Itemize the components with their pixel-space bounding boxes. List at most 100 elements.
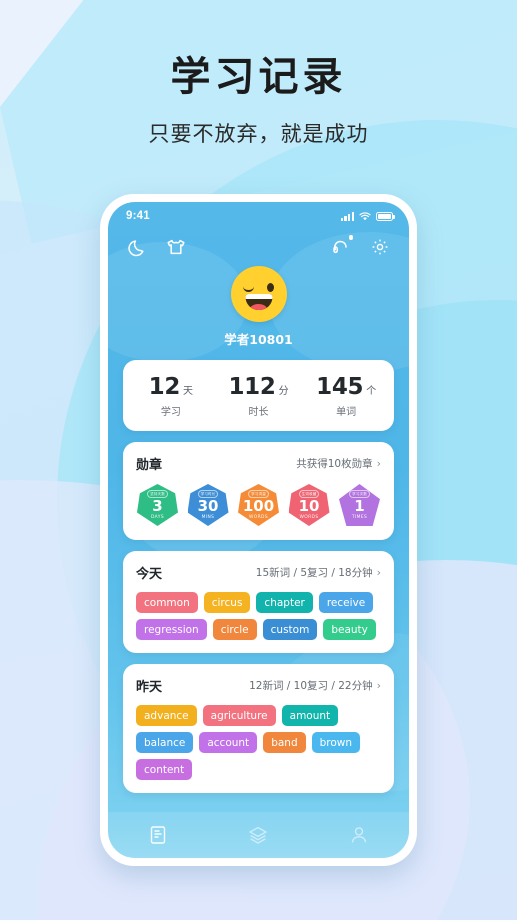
avatar-mouth bbox=[245, 294, 272, 310]
medal-unit: WORDS bbox=[299, 514, 319, 520]
medal-caption: 学习时长 bbox=[197, 490, 219, 499]
medals-list: 坚持天数 3 DAYS 学习时长 30 MINS 学习词量 100 WORDS bbox=[123, 473, 394, 540]
headset-icon[interactable] bbox=[330, 235, 353, 258]
medal-caption: 学习次数 bbox=[349, 490, 370, 499]
medal-number: 3 bbox=[152, 497, 163, 516]
chevron-right-icon: › bbox=[376, 457, 381, 470]
medals-link[interactable]: 共获得10枚勋章 › bbox=[296, 456, 381, 471]
page-header: 学习记录 只要不放弃，就是成功 bbox=[0, 44, 517, 148]
section-card-today: 今天 15新词 / 5复习 / 18分钟 › common circus cha… bbox=[123, 551, 394, 654]
medal-number: 10 bbox=[298, 497, 320, 516]
stat-study-days: 12 天 学习 bbox=[127, 374, 215, 418]
gear-icon[interactable] bbox=[369, 236, 391, 258]
medal-caption: 生词收藏 bbox=[298, 490, 320, 499]
medals-header: 勋章 共获得10枚勋章 › bbox=[123, 442, 394, 473]
stat-value: 145 bbox=[316, 374, 364, 400]
medal-number: 1 bbox=[354, 497, 365, 516]
stat-unit: 个 bbox=[366, 386, 377, 397]
word-tag[interactable]: agriculture bbox=[202, 705, 276, 727]
stat-label: 单词 bbox=[336, 407, 357, 418]
stats-card: 12 天 学习 112 分 时长 145 个 单词 bbox=[123, 360, 394, 431]
word-tag[interactable]: chapter bbox=[256, 592, 313, 614]
medal-number: 30 bbox=[197, 497, 219, 516]
word-tag[interactable]: beauty bbox=[323, 619, 376, 641]
phone-screen: 9:41 学者10801 12 天 学习 112 分 时长 145 个 单词 勋… bbox=[108, 202, 409, 858]
word-tag[interactable]: receive bbox=[318, 592, 374, 614]
yesterday-link[interactable]: 12新词 / 10复习 / 22分钟 › bbox=[249, 678, 381, 693]
yesterday-meta-text: 12新词 / 10复习 / 22分钟 bbox=[249, 680, 373, 693]
app-toolbar bbox=[108, 226, 409, 258]
tab-library[interactable] bbox=[246, 823, 270, 847]
word-tag[interactable]: account bbox=[199, 732, 258, 754]
avatar-open-eye bbox=[266, 283, 274, 292]
stat-unit: 天 bbox=[183, 386, 194, 397]
stats-row: 12 天 学习 112 分 时长 145 个 单词 bbox=[123, 360, 394, 431]
toolbar-right-group bbox=[330, 235, 391, 258]
yesterday-word-list: advance agriculture amount balance accou… bbox=[123, 695, 394, 793]
stat-label: 学习 bbox=[160, 407, 181, 418]
medal-item[interactable]: 坚持天数 3 DAYS bbox=[137, 484, 178, 526]
word-tag[interactable]: band bbox=[263, 732, 306, 754]
today-meta-text: 15新词 / 5复习 / 18分钟 bbox=[255, 567, 373, 579]
today-title: 今天 bbox=[136, 567, 163, 582]
tshirt-icon[interactable] bbox=[165, 236, 187, 258]
today-header: 今天 15新词 / 5复习 / 18分钟 › bbox=[123, 551, 394, 582]
notification-dot bbox=[348, 235, 353, 240]
word-tag[interactable]: amount bbox=[281, 705, 339, 727]
bottom-tab-bar bbox=[108, 812, 409, 858]
status-time: 9:41 bbox=[126, 210, 150, 222]
moon-icon[interactable] bbox=[126, 236, 148, 258]
avatar-wink-eye bbox=[242, 286, 254, 292]
stat-value: 12 bbox=[148, 374, 181, 400]
today-word-list: common circus chapter receive regression… bbox=[123, 582, 394, 653]
medal-item[interactable]: 学习词量 100 WORDS bbox=[238, 484, 279, 526]
medal-unit: TIMES bbox=[351, 514, 368, 520]
section-card-yesterday: 昨天 12新词 / 10复习 / 22分钟 › advance agricult… bbox=[123, 664, 394, 794]
word-tag[interactable]: circle bbox=[212, 619, 257, 641]
word-tag[interactable]: brown bbox=[311, 732, 361, 754]
chevron-right-icon: › bbox=[376, 566, 381, 579]
medals-card: 勋章 共获得10枚勋章 › 坚持天数 3 DAYS 学习时长 30 MINS 学… bbox=[123, 442, 394, 540]
word-tag[interactable]: regression bbox=[136, 619, 207, 641]
medal-item[interactable]: 生词收藏 10 WORDS bbox=[288, 484, 330, 526]
signal-bars-icon bbox=[340, 211, 354, 221]
toolbar-left-group bbox=[126, 236, 187, 258]
yesterday-title: 昨天 bbox=[136, 680, 163, 696]
today-link[interactable]: 15新词 / 5复习 / 18分钟 › bbox=[256, 565, 381, 580]
medal-unit: MINS bbox=[201, 514, 215, 520]
medal-number: 100 bbox=[242, 497, 275, 516]
stat-words: 145 个 单词 bbox=[302, 374, 390, 418]
profile-block: 学者10801 bbox=[108, 266, 409, 348]
medal-item[interactable]: 学习次数 1 TIMES bbox=[339, 484, 380, 526]
medal-unit: WORDS bbox=[248, 514, 269, 520]
medal-caption: 学习词量 bbox=[248, 490, 269, 499]
medal-item[interactable]: 学习时长 30 MINS bbox=[187, 484, 229, 526]
status-bar: 9:41 bbox=[108, 202, 409, 226]
stat-unit: 分 bbox=[278, 386, 289, 397]
word-tag[interactable]: circus bbox=[203, 592, 251, 614]
tab-profile[interactable] bbox=[347, 823, 371, 847]
chevron-right-icon: › bbox=[376, 679, 381, 693]
stat-label: 时长 bbox=[248, 407, 269, 418]
phone-mockup: 9:41 学者10801 12 天 学习 112 分 时长 145 个 单词 勋… bbox=[100, 194, 417, 866]
tab-records[interactable] bbox=[146, 823, 170, 847]
winking-smiley-avatar[interactable] bbox=[230, 266, 287, 322]
medals-meta-text: 共获得10枚勋章 bbox=[296, 458, 373, 470]
medal-unit: DAYS bbox=[150, 514, 165, 520]
medals-title: 勋章 bbox=[136, 458, 163, 473]
battery-full-icon bbox=[376, 211, 395, 221]
word-tag[interactable]: content bbox=[136, 759, 193, 781]
word-tag[interactable]: advance bbox=[136, 705, 197, 727]
stat-value: 112 bbox=[228, 374, 276, 400]
yesterday-header: 昨天 12新词 / 10复习 / 22分钟 › bbox=[123, 664, 394, 695]
status-indicators bbox=[340, 211, 395, 221]
stat-duration: 112 分 时长 bbox=[215, 374, 303, 418]
medal-caption: 坚持天数 bbox=[147, 490, 168, 499]
word-tag[interactable]: balance bbox=[136, 732, 194, 754]
page-title: 学习记录 bbox=[170, 54, 347, 100]
word-tag[interactable]: custom bbox=[262, 619, 318, 641]
page-subtitle: 只要不放弃，就是成功 bbox=[148, 122, 369, 146]
wifi-icon bbox=[359, 211, 371, 221]
username: 学者10801 bbox=[224, 332, 293, 347]
word-tag[interactable]: common bbox=[136, 592, 198, 614]
